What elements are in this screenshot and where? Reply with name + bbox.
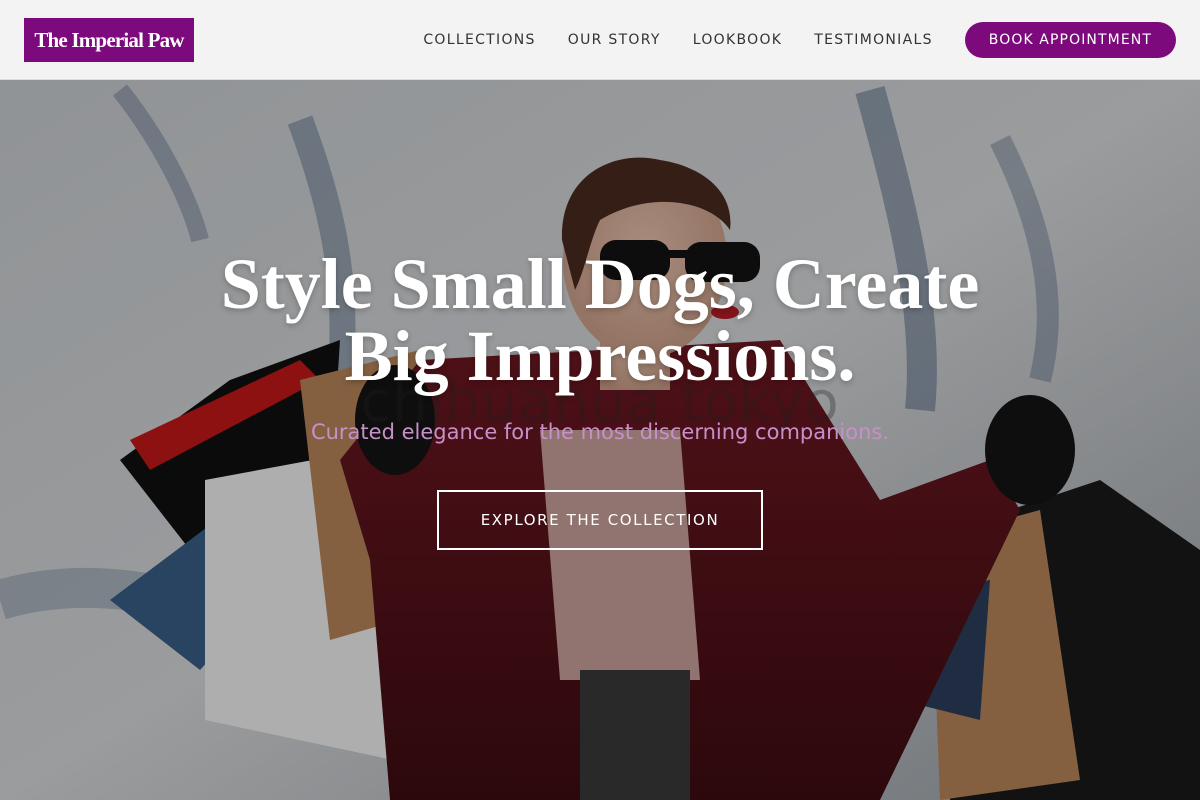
book-appointment-button[interactable]: BOOK APPOINTMENT <box>964 22 1176 58</box>
nav-link-collections[interactable]: COLLECTIONS <box>423 32 535 48</box>
nav-link-our-story[interactable]: OUR STORY <box>568 32 661 48</box>
hero-title-line-1: Style Small Dogs, Create <box>220 244 980 324</box>
brand-logo[interactable]: The Imperial Paw <box>24 18 194 62</box>
nav-link-lookbook[interactable]: LOOKBOOK <box>693 32 783 48</box>
site-header: The Imperial Paw COLLECTIONS OUR STORY L… <box>0 0 1200 80</box>
hero-title-line-2: Big Impressions. <box>344 316 856 396</box>
main-nav: COLLECTIONS OUR STORY LOOKBOOK TESTIMONI… <box>423 0 1176 80</box>
explore-collection-button[interactable]: EXPLORE THE COLLECTION <box>437 490 763 550</box>
hero-title: Style Small Dogs, Create Big Impressions… <box>200 248 1000 392</box>
hero-section: chihuahua tokyo Style Small Dogs, Create… <box>0 80 1200 800</box>
nav-link-testimonials[interactable]: TESTIMONIALS <box>814 32 933 48</box>
hero-subtitle: Curated elegance for the most discerning… <box>310 420 890 444</box>
